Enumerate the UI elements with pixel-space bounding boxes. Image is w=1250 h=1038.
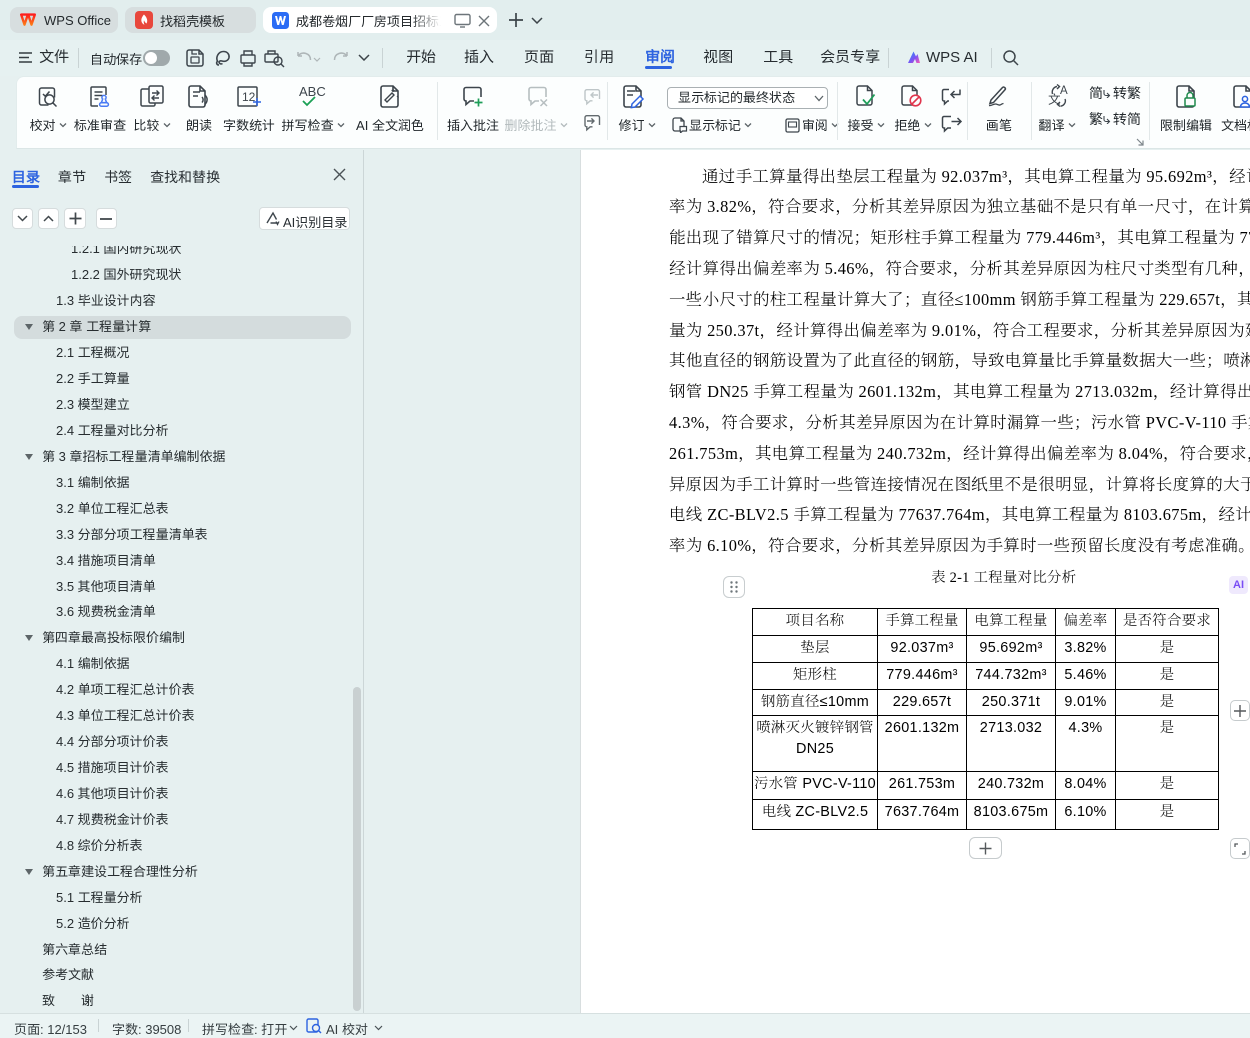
svg-text:A: A: [1060, 85, 1068, 97]
svg-text:ABC: ABC: [299, 84, 326, 99]
